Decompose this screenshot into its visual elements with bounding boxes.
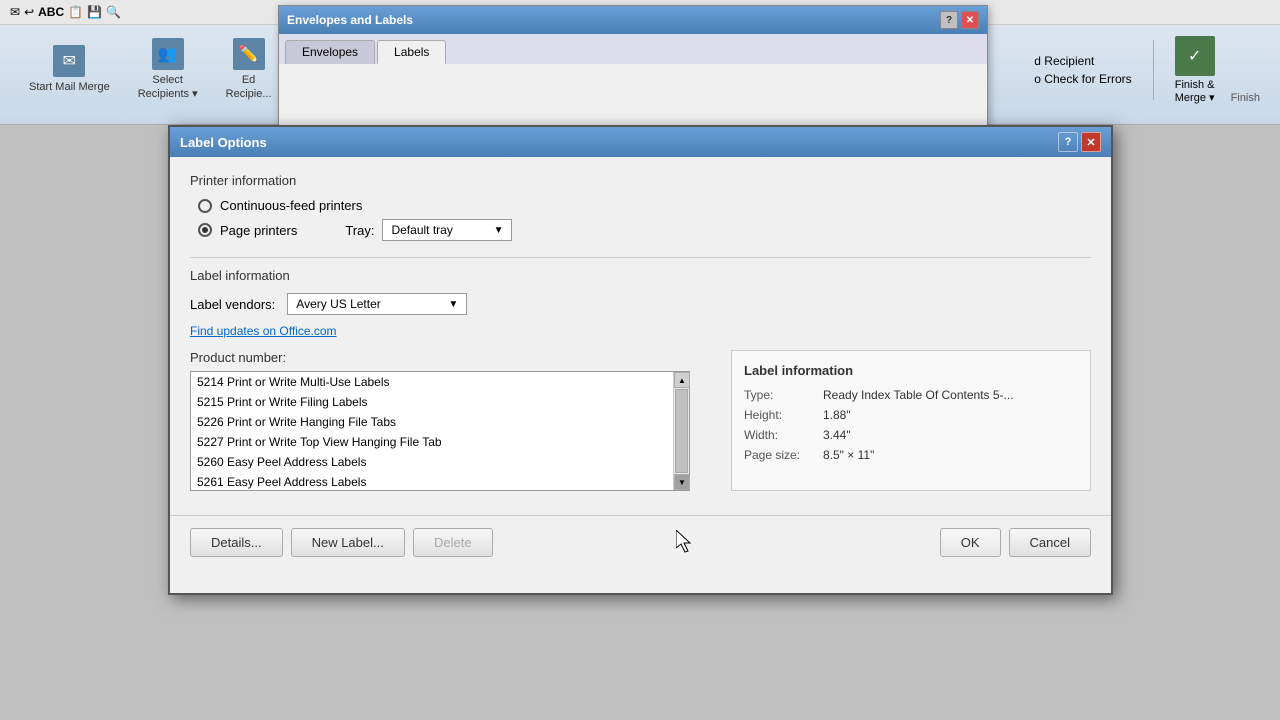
toolbar-btn-undo[interactable]: ↩ (24, 5, 34, 19)
delete-button[interactable]: Delete (413, 528, 493, 557)
ribbon-sep-2 (1153, 40, 1154, 100)
printer-radio-group: Continuous-feed printers Page printers T… (198, 198, 1091, 241)
printer-info-section: Printer information Continuous-feed prin… (190, 173, 1091, 241)
type-value: Ready Index Table Of Contents 5-... (823, 388, 1014, 402)
lo-cancel-button[interactable]: Cancel (1009, 528, 1091, 557)
label-info-section: Label information Label vendors: Avery U… (190, 268, 1091, 338)
product-listbox-scrollbar[interactable]: ▲ ▼ (673, 372, 689, 490)
vendor-dropdown-arrow: ▼ (448, 299, 458, 310)
product-listbox[interactable]: 5214 Print or Write Multi-Use Labels 521… (191, 372, 673, 490)
select-recipients-icon: 👥 (152, 38, 184, 70)
label-detail-box: Label information Type: Ready Index Tabl… (731, 350, 1091, 491)
pagesize-key: Page size: (744, 448, 819, 462)
toolbar-btn-abc[interactable]: ABC (38, 5, 64, 19)
scrollbar-thumb[interactable] (675, 389, 688, 473)
env-titlebar-buttons: ? ✕ (940, 11, 979, 29)
toolbar-btn-save[interactable]: 💾 (87, 5, 102, 19)
find-link-container: Find updates on Office.com (190, 323, 1091, 338)
product-row: Product number: 5214 Print or Write Mult… (190, 350, 1091, 491)
product-listbox-container: 5214 Print or Write Multi-Use Labels 521… (190, 371, 690, 491)
scrollbar-down-btn[interactable]: ▼ (674, 474, 690, 490)
edit-recipients-label: EdRecipie... (226, 73, 272, 102)
tray-dropdown-arrow: ▼ (494, 225, 504, 236)
list-item[interactable]: 5227 Print or Write Top View Hanging Fil… (191, 432, 673, 452)
printer-info-label: Printer information (190, 173, 1091, 188)
find-updates-link[interactable]: Find updates on Office.com (190, 324, 337, 338)
env-help-button[interactable]: ? (940, 11, 958, 29)
env-labels-titlebar: Envelopes and Labels ? ✕ (279, 6, 987, 34)
finish-merge-icon: ✓ (1175, 36, 1215, 76)
ok-button[interactable]: OK (940, 528, 1001, 557)
start-mail-merge-icon: ✉ (53, 45, 85, 77)
page-printers-label: Page printers (220, 223, 297, 238)
start-mail-merge-label: Start Mail Merge (29, 80, 110, 94)
lo-titlebar-buttons: ? ✕ (1058, 132, 1101, 152)
list-item[interactable]: 5261 Easy Peel Address Labels (191, 472, 673, 490)
edit-recipients-icon: ✏️ (233, 38, 265, 70)
details-button[interactable]: Details... (190, 528, 283, 557)
label-pagesize-row: Page size: 8.5" × 11" (744, 448, 1078, 462)
tray-row: Tray: Default tray ▼ (345, 219, 512, 241)
lo-close-button[interactable]: ✕ (1081, 132, 1101, 152)
tab-labels[interactable]: Labels (377, 40, 446, 64)
env-close-button[interactable]: ✕ (961, 11, 979, 29)
list-item[interactable]: 5214 Print or Write Multi-Use Labels (191, 372, 673, 392)
list-item[interactable]: 5260 Easy Peel Address Labels (191, 452, 673, 472)
divider-1 (190, 257, 1091, 258)
tray-select[interactable]: Default tray ▼ (382, 219, 512, 241)
new-label-button[interactable]: New Label... (291, 528, 405, 557)
recipient-label-text: d Recipient (1034, 54, 1131, 68)
width-value: 3.44" (823, 428, 851, 442)
lo-title: Label Options (180, 135, 267, 150)
scrollbar-up-btn[interactable]: ▲ (674, 372, 690, 388)
label-options-dialog: Label Options ? ✕ Printer information Co… (168, 125, 1113, 595)
tray-value: Default tray (391, 223, 452, 237)
lo-titlebar: Label Options ? ✕ (170, 127, 1111, 157)
vendor-select[interactable]: Avery US Letter ▼ (287, 293, 467, 315)
label-type-row: Type: Ready Index Table Of Contents 5-..… (744, 388, 1078, 402)
finish-merge-label: Finish &Merge ▾ (1175, 79, 1215, 104)
product-number-label: Product number: (190, 350, 711, 365)
lo-left-buttons: Details... New Label... Delete (190, 528, 493, 557)
toolbar-btn-mail[interactable]: ✉ (10, 5, 20, 19)
tray-label: Tray: (345, 223, 374, 238)
select-recipients-label: SelectRecipients ▾ (138, 73, 198, 102)
list-item[interactable]: 5215 Print or Write Filing Labels (191, 392, 673, 412)
toolbar-btn-search[interactable]: 🔍 (106, 5, 121, 19)
list-item[interactable]: 5226 Print or Write Hanging File Tabs (191, 412, 673, 432)
page-printers-radio[interactable] (198, 223, 212, 237)
pagesize-value: 8.5" × 11" (823, 448, 874, 462)
label-width-row: Width: 3.44" (744, 428, 1078, 442)
product-list-section: Product number: 5214 Print or Write Mult… (190, 350, 711, 491)
continuous-feed-radio[interactable] (198, 199, 212, 213)
vendor-label: Label vendors: (190, 297, 275, 312)
env-dialog-tabs: Envelopes Labels (279, 34, 987, 64)
continuous-feed-row: Continuous-feed printers (198, 198, 1091, 213)
width-key: Width: (744, 428, 819, 442)
lo-bottom-buttons: Details... New Label... Delete OK Cancel (170, 515, 1111, 569)
check-errors-text: o Check for Errors (1034, 72, 1131, 86)
height-value: 1.88" (823, 408, 851, 422)
continuous-feed-label: Continuous-feed printers (220, 198, 362, 213)
select-recipients-button[interactable]: 👥 SelectRecipients ▾ (129, 33, 207, 107)
finish-section-label: Finish (1231, 92, 1260, 104)
label-info-label: Label information (190, 268, 1091, 283)
start-mail-merge-button[interactable]: ✉ Start Mail Merge (20, 40, 119, 99)
env-labels-title: Envelopes and Labels (287, 13, 413, 27)
type-key: Type: (744, 388, 819, 402)
vendor-row: Label vendors: Avery US Letter ▼ (190, 293, 1091, 315)
height-key: Height: (744, 408, 819, 422)
tab-envelopes[interactable]: Envelopes (285, 40, 375, 64)
edit-recipients-button[interactable]: ✏️ EdRecipie... (217, 33, 281, 107)
vendor-value: Avery US Letter (296, 297, 380, 311)
lo-right-buttons: OK Cancel (940, 528, 1091, 557)
toolbar-btn-clip[interactable]: 📋 (68, 5, 83, 19)
label-height-row: Height: 1.88" (744, 408, 1078, 422)
label-detail-title: Label information (744, 363, 1078, 378)
lo-help-button[interactable]: ? (1058, 132, 1078, 152)
lo-body: Printer information Continuous-feed prin… (170, 157, 1111, 507)
page-printers-row: Page printers Tray: Default tray ▼ (198, 219, 1091, 241)
